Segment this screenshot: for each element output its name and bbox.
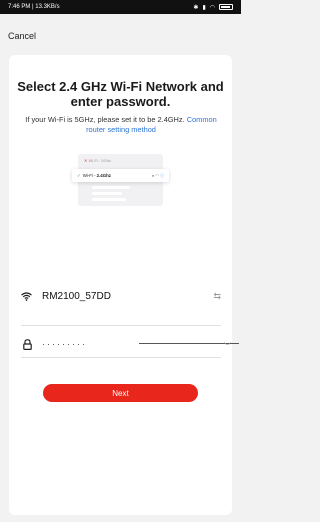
cancel-button[interactable]: Cancel — [8, 31, 36, 41]
show-password-icon[interactable]: ◡ — [224, 337, 231, 346]
next-button[interactable]: Next — [43, 384, 198, 402]
password-field[interactable] — [42, 339, 192, 349]
lock-wifi-info-icons: ● ◠ ⓘ — [151, 172, 164, 178]
wifi-illustration: ✕ Wi-Fi - 5Ghz ✓ Wi-Fi - 2.4Ghz ● ◠ ⓘ — [72, 154, 169, 214]
network-name: RM2100_57DD — [42, 290, 111, 302]
status-icons: ✱ ▮ ◠ — [193, 4, 233, 11]
battery-icon — [219, 4, 233, 10]
status-time: 7:46 PM | 13.3KB/s — [8, 4, 60, 10]
signal-icon: ▮ — [202, 4, 206, 11]
subtitle-text: If your Wi-Fi is 5GHz, please set it to … — [25, 115, 185, 124]
placeholder-bar — [92, 186, 130, 189]
page-title: Select 2.4 GHz Wi-Fi Network and enter p… — [17, 79, 224, 109]
switch-network-icon[interactable]: ⇆ — [213, 291, 221, 302]
divider — [21, 325, 221, 326]
password-row — [23, 334, 223, 354]
network-row[interactable]: RM2100_57DD ⇆ — [21, 286, 221, 306]
check-icon: ✓ — [77, 172, 81, 178]
illustration-row-5ghz: ✕ Wi-Fi - 5Ghz — [84, 158, 111, 163]
illustration-row-24ghz: ✓ Wi-Fi - 2.4Ghz ● ◠ ⓘ — [72, 169, 169, 182]
info-icon: ⓘ — [160, 172, 164, 178]
wifi-icon — [21, 291, 32, 301]
x-icon: ✕ — [84, 158, 88, 163]
wifi-setup-card: Select 2.4 GHz Wi-Fi Network and enter p… — [9, 55, 239, 515]
subtitle: If your Wi-Fi is 5GHz, please set it to … — [21, 115, 221, 135]
bluetooth-icon: ✱ — [193, 4, 199, 11]
divider — [21, 357, 221, 358]
status-bar: 7:46 PM | 13.3KB/s ✱ ▮ ◠ — [0, 0, 241, 14]
wifi-status-icon: ◠ — [209, 4, 215, 11]
placeholder-bar — [92, 198, 126, 201]
placeholder-bar — [92, 192, 122, 195]
lock-icon — [23, 338, 32, 350]
